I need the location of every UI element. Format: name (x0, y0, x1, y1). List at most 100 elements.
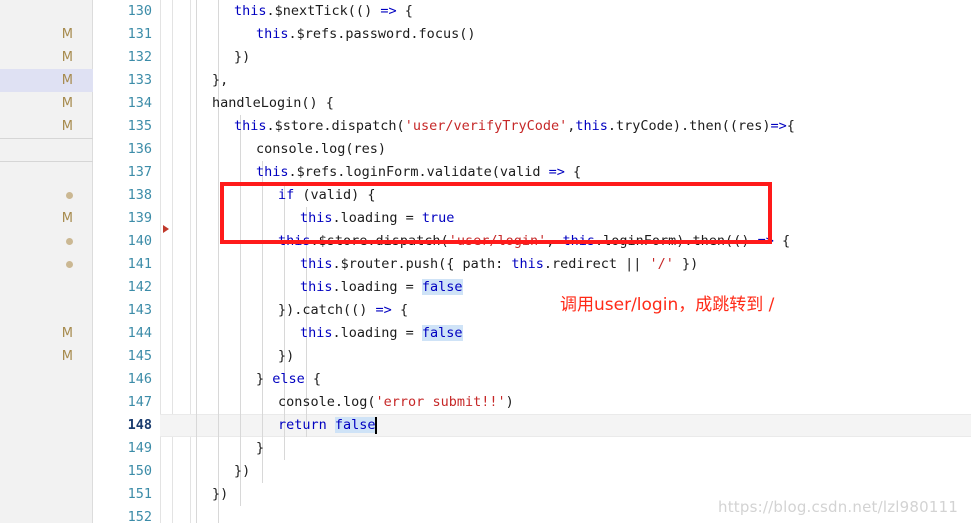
line-number[interactable]: 134 (94, 92, 152, 115)
code-line[interactable]: console.log('error submit!!') (278, 391, 514, 414)
overview-modified-marker[interactable]: M (0, 345, 93, 368)
line-number[interactable]: 152 (94, 506, 152, 523)
code-token: false (334, 417, 376, 433)
code-line[interactable]: }) (234, 46, 250, 69)
line-number[interactable]: 140 (94, 230, 152, 253)
line-number[interactable]: 136 (94, 138, 152, 161)
line-number[interactable]: 132 (94, 46, 152, 69)
bullet-dot-icon (66, 238, 73, 245)
overview-ruler[interactable]: MMMMMMMM (0, 0, 93, 523)
code-token: .loading = (332, 210, 422, 226)
overview-modified-marker[interactable]: M (0, 69, 93, 92)
code-line[interactable]: }, (212, 69, 228, 92)
overview-empty-row[interactable] (0, 391, 93, 414)
line-number[interactable]: 138 (94, 184, 152, 207)
overview-modified-marker[interactable]: M (0, 23, 93, 46)
line-number[interactable]: 151 (94, 483, 152, 506)
code-line[interactable]: this.loading = false (300, 322, 463, 345)
overview-empty-row[interactable] (0, 299, 93, 322)
code-line[interactable]: if (valid) { (278, 184, 376, 207)
code-line[interactable]: return false (278, 414, 376, 437)
line-number[interactable]: 145 (94, 345, 152, 368)
line-number[interactable]: 131 (94, 23, 152, 46)
line-number[interactable]: 137 (94, 161, 152, 184)
code-line[interactable]: }) (278, 345, 294, 368)
code-token: { (391, 302, 409, 318)
overview-dot-marker[interactable] (0, 184, 93, 207)
overview-modified-marker[interactable]: M (0, 46, 93, 69)
overview-empty-row[interactable] (0, 437, 93, 460)
code-line[interactable]: this.$nextTick(() => { (234, 0, 413, 23)
code-token: this (300, 279, 333, 295)
overview-modified-marker[interactable]: M (0, 115, 93, 138)
line-number[interactable]: 150 (94, 460, 152, 483)
code-line[interactable]: this.$refs.password.focus() (256, 23, 475, 46)
code-token: this (300, 325, 333, 341)
line-number[interactable]: 148 (94, 414, 152, 437)
line-number-gutter: 130 131 132 133 134 135 136 137 138 139 140 141 142 1… (94, 0, 160, 523)
code-token: false (421, 279, 463, 295)
line-number[interactable]: 133 (94, 69, 152, 92)
code-line[interactable]: }) (234, 460, 250, 483)
code-line[interactable]: this.loading = true (300, 207, 454, 230)
overview-empty-row[interactable] (0, 161, 93, 184)
modified-letter-icon: M (61, 211, 73, 226)
overview-modified-marker[interactable]: M (0, 322, 93, 345)
code-token: .tryCode).then((res) (607, 118, 771, 134)
code-line[interactable]: handleLogin() { (212, 92, 334, 115)
line-number[interactable]: 143 (94, 299, 152, 322)
code-line[interactable]: this.$store.dispatch('user/login', this.… (278, 230, 790, 253)
code-token: '/' (649, 256, 674, 272)
code-token: .loginForm).then(() (595, 233, 758, 249)
line-number[interactable]: 142 (94, 276, 152, 299)
code-token: { (564, 164, 582, 180)
code-token: } (256, 371, 273, 387)
line-number[interactable]: 141 (94, 253, 152, 276)
line-number[interactable]: 130 (94, 0, 152, 23)
line-number[interactable]: 144 (94, 322, 152, 345)
overview-empty-row[interactable] (0, 138, 93, 161)
code-token: if (278, 187, 295, 203)
overview-empty-row[interactable] (0, 460, 93, 483)
line-number[interactable]: 147 (94, 391, 152, 414)
code-token: => (770, 118, 787, 134)
code-token: (valid) { (294, 187, 376, 203)
overview-empty-row[interactable] (0, 483, 93, 506)
line-number[interactable]: 146 (94, 368, 152, 391)
code-line[interactable]: }).catch(() => { (278, 299, 408, 322)
code-line[interactable]: this.$router.push({ path: this.redirect … (300, 253, 698, 276)
code-token: { (304, 371, 322, 387)
code-line[interactable]: this.loading = false (300, 276, 463, 299)
code-token: this (278, 233, 311, 249)
code-token: else (272, 371, 305, 387)
code-line[interactable]: console.log(res) (256, 138, 386, 161)
overview-empty-row[interactable] (0, 276, 93, 299)
code-token: console.log(res) (256, 141, 387, 157)
overview-modified-marker[interactable]: M (0, 207, 93, 230)
code-line[interactable]: this.$refs.loginForm.validate(valid => { (256, 161, 581, 184)
code-line[interactable]: } else { (256, 368, 321, 391)
code-token: .$router.push({ path: (332, 256, 512, 272)
code-line[interactable]: }) (212, 483, 228, 506)
code-token: 'error submit!!' (375, 394, 506, 410)
overview-modified-marker[interactable]: M (0, 92, 93, 115)
code-text-area[interactable]: this.$nextTick(() => {this.$refs.passwor… (190, 0, 971, 523)
code-fold-arrow-icon[interactable] (163, 225, 169, 233)
overview-empty-row[interactable] (0, 0, 93, 23)
code-line[interactable]: } (256, 437, 264, 460)
code-token: }, (212, 72, 229, 88)
editor-window: MMMMMMMM 130 131 132 133 134 135 136 137 138 139 1… (0, 0, 971, 523)
overview-empty-row[interactable] (0, 414, 93, 437)
overview-dot-marker[interactable] (0, 230, 93, 253)
line-number[interactable]: 139 (94, 207, 152, 230)
code-token: 'user/verifyTryCode' (404, 118, 568, 134)
line-number[interactable]: 135 (94, 115, 152, 138)
overview-dot-marker[interactable] (0, 253, 93, 276)
code-token: => (757, 233, 774, 249)
overview-empty-row[interactable] (0, 368, 93, 391)
code-token: } (256, 440, 265, 456)
code-line[interactable]: this.$store.dispatch('user/verifyTryCode… (234, 115, 795, 138)
code-token: .loading = (332, 325, 422, 341)
line-number[interactable]: 149 (94, 437, 152, 460)
overview-empty-row[interactable] (0, 506, 93, 523)
